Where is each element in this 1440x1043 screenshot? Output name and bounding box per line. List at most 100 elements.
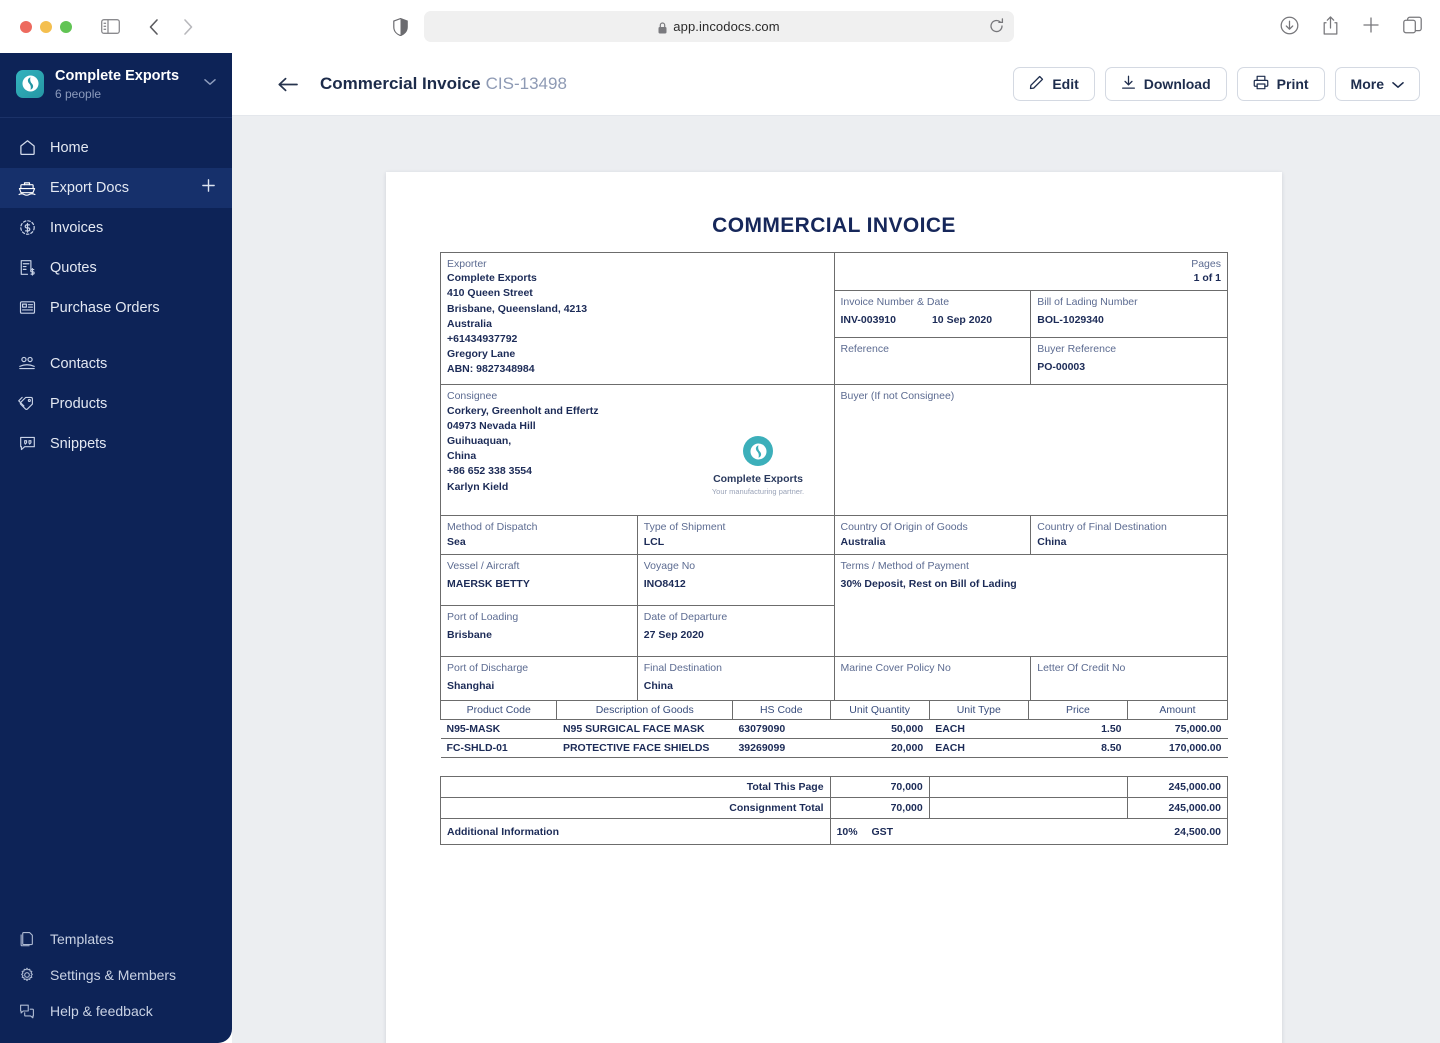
cell-price: 1.50: [1028, 719, 1128, 740]
bill-of-lading-cell[interactable]: Bill of Lading Number BOL-1029340: [1030, 290, 1228, 339]
type-of-shipment-cell[interactable]: Type of Shipment LCL: [636, 515, 835, 556]
printer-icon: [1253, 75, 1269, 93]
sidebar-item-products[interactable]: Products: [0, 384, 232, 424]
buyer-reference-cell[interactable]: Buyer Reference PO-00003: [1030, 337, 1228, 386]
forward-icon[interactable]: [174, 13, 202, 41]
lock-icon: [658, 21, 667, 34]
cell-description: N95 SURGICAL FACE MASK: [556, 719, 733, 740]
final-destination-cell[interactable]: Final Destination China: [636, 656, 835, 702]
date-of-departure-cell[interactable]: Date of Departure 27 Sep 2020: [636, 605, 835, 658]
country-of-origin-cell[interactable]: Country Of Origin of Goods Australia: [833, 515, 1032, 556]
letter-of-credit-label: Letter Of Credit No: [1037, 662, 1126, 675]
sidebar-item-quotes[interactable]: Quotes: [0, 248, 232, 288]
exporter-cell[interactable]: Exporter Complete Exports 410 Queen Stre…: [440, 251, 835, 386]
exporter-label: Exporter: [447, 258, 487, 270]
dispatch-row: Method of Dispatch Sea Type of Shipment …: [440, 515, 1228, 556]
port-of-loading-cell[interactable]: Port of Loading Brisbane: [440, 605, 638, 658]
exporter-line-2: 410 Queen Street: [447, 287, 533, 300]
print-button[interactable]: Print: [1236, 67, 1325, 101]
window-controls[interactable]: [20, 20, 72, 33]
document-canvas[interactable]: COMMERCIAL INVOICE Exporter Complete Exp…: [232, 116, 1440, 1043]
edit-button[interactable]: Edit: [1013, 67, 1095, 101]
document-toolbar: Commercial Invoice CIS-13498 Edit Downloa…: [232, 53, 1440, 116]
download-button[interactable]: Download: [1104, 67, 1227, 101]
tab-overview-icon[interactable]: [1398, 11, 1426, 39]
bill-of-lading-value: BOL-1029340: [1037, 313, 1104, 326]
table-row[interactable]: N95-MASK N95 SURGICAL FACE MASK 63079090…: [440, 719, 1228, 740]
reload-icon[interactable]: [989, 18, 1004, 39]
company-logo-block: Complete Exports Your manufacturing part…: [698, 436, 818, 496]
port-of-discharge-value: Shanghai: [447, 679, 495, 692]
quote-icon: [16, 257, 38, 279]
port-of-discharge-label: Port of Discharge: [447, 662, 529, 675]
reference-cell[interactable]: Reference: [833, 337, 1032, 386]
port-of-discharge-cell[interactable]: Port of Discharge Shanghai: [440, 656, 638, 702]
consignee-buyer-table: Consignee Corkery, Greenholt and Effertz…: [440, 384, 1228, 517]
back-icon[interactable]: [140, 13, 168, 41]
marine-cover-cell[interactable]: Marine Cover Policy No: [833, 656, 1032, 702]
new-tab-icon[interactable]: [1357, 11, 1385, 39]
cell-hs-code: 63079090: [732, 719, 831, 740]
gear-icon: [16, 964, 38, 986]
sidebar-item-label: Snippets: [50, 435, 107, 452]
letter-of-credit-cell[interactable]: Letter Of Credit No: [1030, 656, 1228, 702]
column-header-hs-code: HS Code: [731, 700, 831, 721]
column-header-unit-type: Unit Type: [928, 700, 1029, 721]
marine-cover-label: Marine Cover Policy No: [840, 662, 951, 675]
sidebar-toggle-icon[interactable]: [96, 13, 124, 41]
share-icon[interactable]: [1316, 11, 1344, 39]
invoice-date-value: 10 Sep 2020: [931, 313, 993, 326]
sidebar-item-templates[interactable]: Templates: [0, 921, 232, 957]
cell-unit-type: EACH: [929, 738, 1029, 759]
invoice-number-cell[interactable]: Invoice Number & Date INV-003910 10 Sep …: [833, 290, 1032, 339]
vessel-cell[interactable]: Vessel / Aircraft MAERSK BETTY: [440, 554, 638, 607]
add-export-doc-icon[interactable]: [201, 178, 216, 197]
sidebar-item-help[interactable]: Help & feedback: [0, 993, 232, 1029]
privacy-shield-icon[interactable]: [386, 13, 414, 41]
pages-cell: Pages 1 of 1: [833, 251, 1228, 292]
sidebar-item-label: Settings & Members: [50, 967, 177, 983]
sidebar-item-label: Export Docs: [50, 179, 129, 196]
pages-label: Pages: [1191, 258, 1221, 270]
url-text-wrap: app.incodocs.com: [658, 19, 780, 34]
sidebar-item-invoices[interactable]: Invoices: [0, 208, 232, 248]
voyage-no-label: Voyage No: [643, 560, 696, 573]
sidebar-item-purchase-orders[interactable]: Purchase Orders: [0, 288, 232, 328]
sidebar-item-label: Invoices: [50, 219, 104, 236]
consignee-label: Consignee: [447, 390, 498, 403]
contacts-icon: [16, 353, 38, 375]
method-of-dispatch-cell[interactable]: Method of Dispatch Sea: [440, 515, 638, 556]
sidebar-item-snippets[interactable]: Snippets: [0, 424, 232, 464]
sidebar-item-settings[interactable]: Settings & Members: [0, 957, 232, 993]
maximize-window-button[interactable]: [60, 20, 72, 33]
country-of-final-destination-cell[interactable]: Country of Final Destination China: [1030, 515, 1228, 556]
more-button[interactable]: More: [1334, 67, 1420, 101]
totals-table: Total This Page 70,000 245,000.00 Consig…: [440, 776, 1228, 846]
url-text: app.incodocs.com: [673, 19, 780, 34]
address-bar[interactable]: app.incodocs.com: [424, 11, 1014, 42]
back-button[interactable]: [278, 77, 298, 92]
org-switcher[interactable]: Complete Exports 6 people: [0, 53, 232, 118]
date-of-departure-value: 27 Sep 2020: [643, 628, 704, 641]
more-button-label: More: [1350, 76, 1384, 92]
chevron-down-icon[interactable]: [204, 73, 216, 91]
terms-cell[interactable]: Terms / Method of Payment 30% Deposit, R…: [833, 554, 1228, 658]
invoice-number-label: Invoice Number & Date: [840, 296, 950, 309]
sidebar-item-home[interactable]: Home: [0, 128, 232, 168]
sidebar-item-export-docs[interactable]: Export Docs: [0, 167, 232, 208]
exporter-line-7: ABN: 9827348984: [447, 363, 535, 376]
voyage-no-cell[interactable]: Voyage No INO8412: [636, 554, 835, 607]
downloads-icon[interactable]: [1275, 11, 1303, 39]
table-row[interactable]: FC-SHLD-01 PROTECTIVE FACE SHIELDS 39269…: [440, 738, 1228, 759]
buyer-reference-value: PO-00003: [1037, 360, 1086, 373]
buyer-cell[interactable]: Buyer (If not Consignee): [833, 384, 1228, 517]
invoice-number-value-wrap: INV-003910 10 Sep 2020: [841, 313, 1025, 328]
sidebar-item-label: Products: [50, 395, 108, 412]
org-member-count: 6 people: [55, 86, 102, 101]
additional-information-label[interactable]: Additional Information: [440, 818, 831, 846]
gst-cell: 10% GST: [829, 818, 1128, 846]
close-window-button[interactable]: [20, 20, 32, 33]
minimize-window-button[interactable]: [40, 20, 52, 33]
total-this-page-label: Total This Page: [440, 776, 831, 799]
sidebar-item-contacts[interactable]: Contacts: [0, 344, 232, 384]
